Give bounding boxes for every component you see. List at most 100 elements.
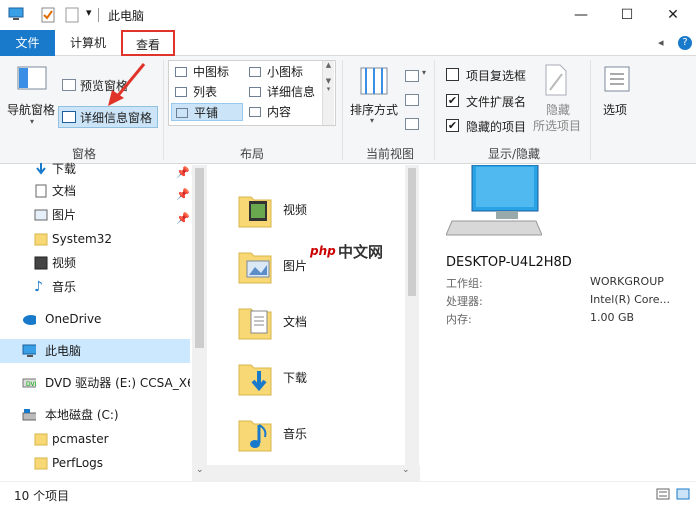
- nav-item-local-disk-c[interactable]: 本地磁盘 (C:): [0, 403, 190, 427]
- scroll-down-icon[interactable]: ⌄: [402, 465, 410, 475]
- sort-by-dropdown-icon[interactable]: ▾: [370, 116, 374, 125]
- computer-icon: [22, 344, 36, 357]
- file-item-videos[interactable]: 视频: [237, 187, 397, 231]
- current-view-group-label: 当前视图: [365, 147, 414, 161]
- content-icon: [249, 107, 261, 117]
- picture-icon: [34, 209, 48, 221]
- maximize-button[interactable]: ☐: [604, 0, 650, 30]
- navigation-pane-dropdown-icon[interactable]: ▾: [30, 117, 34, 126]
- preview-pane-icon: [62, 79, 76, 91]
- music-folder-icon: [238, 420, 272, 452]
- size-columns-icon[interactable]: [405, 118, 419, 130]
- layout-list[interactable]: 列表: [171, 83, 243, 101]
- details-icon: [249, 87, 261, 97]
- group-by-dropdown-icon[interactable]: ▾: [422, 68, 426, 77]
- workgroup-label: 工作组:: [446, 277, 483, 290]
- layout-small-icons[interactable]: 小图标: [245, 63, 321, 81]
- annotation-arrow-icon: [108, 63, 146, 106]
- folder-icon: [34, 457, 48, 470]
- memory-value: 1.00 GB: [590, 311, 635, 324]
- title-divider: [98, 8, 99, 22]
- minimize-button[interactable]: —: [558, 0, 604, 30]
- hide-selected-label-1: 隐藏: [546, 103, 571, 117]
- title-bar: ▾ 此电脑 — ☐ ✕: [0, 0, 696, 30]
- hidden-items-label: 隐藏的项目: [466, 120, 527, 134]
- computer-icon[interactable]: [8, 7, 24, 21]
- computer-name: DESKTOP-U4L2H8D: [446, 255, 572, 270]
- group-by-icon[interactable]: [405, 70, 419, 82]
- medium-icons-icon: [175, 67, 187, 77]
- file-item-downloads[interactable]: 下载: [237, 355, 397, 399]
- navigation-pane-button[interactable]: 导航窗格: [7, 101, 55, 118]
- list-icon: [175, 87, 187, 97]
- pin-icon: 📌: [176, 166, 190, 179]
- new-folder-icon[interactable]: [64, 7, 80, 23]
- horizontal-scrollbar[interactable]: ⌄ ⌄: [192, 465, 420, 481]
- tab-view[interactable]: 查看: [121, 30, 175, 56]
- computer-preview-icon: [446, 165, 542, 236]
- nav-item-videos[interactable]: 视频: [0, 251, 190, 275]
- details-view-icon[interactable]: [656, 488, 670, 500]
- item-checkboxes-checkbox[interactable]: [446, 68, 459, 81]
- onedrive-icon: [23, 315, 36, 325]
- nav-item-dvd-drive[interactable]: DVD DVD 驱动器 (E:) CCSA_X64: [0, 371, 190, 395]
- large-icons-view-icon[interactable]: [676, 488, 690, 500]
- details-pane-label: 详细信息窗格: [80, 111, 153, 125]
- add-columns-icon[interactable]: [405, 94, 419, 106]
- download-icon: [36, 163, 46, 175]
- nav-item-pictures[interactable]: 图片 📌: [0, 203, 190, 227]
- tab-computer[interactable]: 计算机: [60, 30, 116, 56]
- documents-folder-icon: [238, 308, 272, 340]
- file-extensions-checkbox[interactable]: ✔: [446, 94, 459, 107]
- nav-item-documents[interactable]: 文档 📌: [0, 179, 190, 203]
- nav-item-downloads[interactable]: 下载 📌: [0, 157, 190, 181]
- scroll-down-icon[interactable]: ⌄: [196, 465, 204, 475]
- hide-selected-label-2: 所选项目: [533, 119, 582, 133]
- file-item-documents[interactable]: 文档: [237, 299, 397, 343]
- folder-icon: [34, 233, 48, 246]
- group-divider: [342, 60, 343, 160]
- nav-item-this-pc[interactable]: 此电脑: [0, 339, 190, 363]
- file-list-scroll-thumb[interactable]: [408, 168, 416, 296]
- watermark-site: 中文网: [338, 243, 384, 261]
- dvd-drive-icon: DVD: [22, 378, 36, 388]
- nav-item-perflogs[interactable]: PerfLogs: [0, 451, 190, 475]
- layout-details[interactable]: 详细信息: [245, 83, 321, 101]
- navigation-pane-icon[interactable]: [17, 66, 47, 90]
- processor-label: 处理器:: [446, 295, 483, 308]
- file-list: 视频 图片 文档 下载 音乐: [207, 165, 405, 481]
- layout-medium-icons[interactable]: 中图标: [171, 63, 243, 81]
- options-icon[interactable]: [604, 66, 630, 92]
- nav-item-onedrive[interactable]: OneDrive: [0, 307, 190, 331]
- nav-item-music[interactable]: ♪ 音乐: [0, 275, 190, 299]
- help-icon[interactable]: ?: [678, 36, 692, 50]
- properties-icon[interactable]: [40, 7, 56, 23]
- layout-tiles[interactable]: 平铺: [171, 103, 243, 121]
- tab-file[interactable]: 文件: [0, 30, 55, 56]
- downloads-folder-icon: [238, 364, 272, 396]
- layout-gallery-scroll[interactable]: ▲ ▼ ▾: [322, 61, 334, 125]
- options-button[interactable]: 选项: [603, 101, 627, 118]
- file-item-music[interactable]: 音乐: [237, 411, 397, 455]
- quick-access-dropdown-icon[interactable]: ▾: [86, 6, 92, 19]
- nav-pane-scroll-thumb[interactable]: [195, 168, 204, 348]
- layout-content[interactable]: 内容: [245, 103, 321, 121]
- nav-item-pcmaster[interactable]: pcmaster: [0, 427, 190, 451]
- tiles-icon: [176, 108, 188, 118]
- pin-icon: 📌: [176, 212, 190, 225]
- memory-label: 内存:: [446, 313, 472, 326]
- details-pane-icon: [62, 111, 76, 123]
- close-button[interactable]: ✕: [650, 0, 696, 30]
- svg-text:DVD: DVD: [26, 381, 36, 388]
- hidden-items-checkbox[interactable]: ✔: [446, 119, 459, 132]
- workgroup-value: WORKGROUP: [590, 275, 664, 288]
- hide-selected-items-icon[interactable]: [544, 64, 568, 96]
- nav-item-system32[interactable]: System32: [0, 227, 190, 251]
- show-hide-group-label: 显示/隐藏: [487, 147, 541, 161]
- video-icon: [34, 256, 48, 270]
- document-icon: [35, 184, 47, 198]
- collapse-ribbon-icon[interactable]: ◂: [658, 36, 664, 49]
- sort-by-icon[interactable]: [360, 64, 388, 98]
- ribbon: 导航窗格 ▾ 预览窗格 详细信息窗格 窗格 中图标 小图标 列表 详细信息 平铺…: [0, 56, 696, 164]
- status-bar: 10 个项目: [0, 481, 696, 505]
